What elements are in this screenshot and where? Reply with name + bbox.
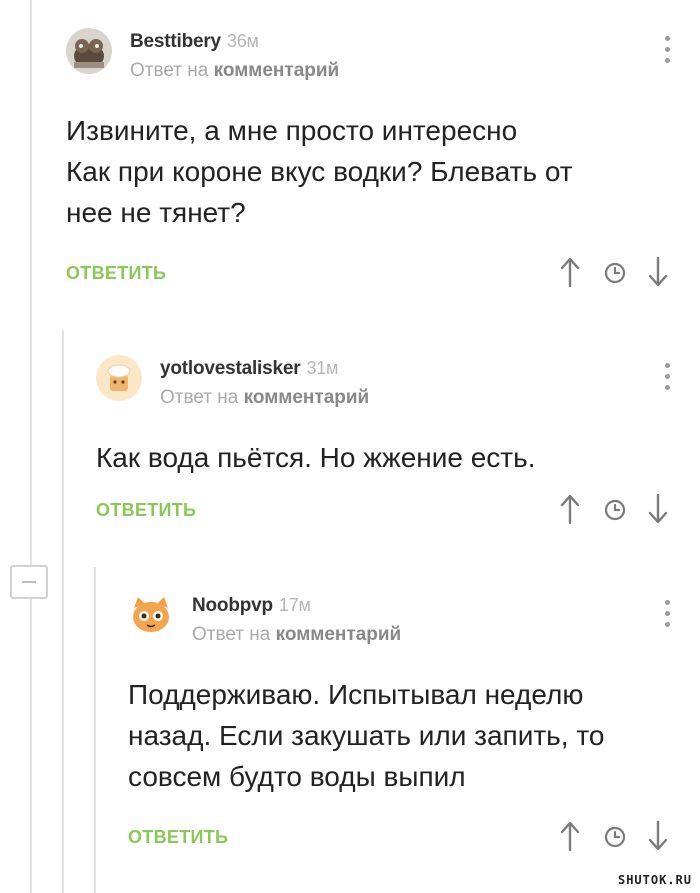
- comment-text: Извините, а мне просто интересно Как при…: [66, 115, 573, 228]
- reply-to-line: Ответ на комментарий: [160, 387, 369, 409]
- comment-time[interactable]: 31м: [306, 358, 338, 378]
- comment-noobpvp: Noobpvp 17м Ответ на комментарий Поддержи…: [128, 592, 686, 862]
- minus-icon: [22, 581, 36, 583]
- reply-to-prefix: Ответ на: [160, 387, 239, 408]
- avatar[interactable]: [128, 592, 174, 638]
- more-vertical-icon[interactable]: [665, 600, 671, 630]
- clock-icon[interactable]: [604, 262, 626, 284]
- more-vertical-icon[interactable]: [665, 36, 671, 66]
- vote-controls: [560, 256, 680, 290]
- comment-time[interactable]: 36м: [227, 31, 259, 51]
- reply-to-link[interactable]: комментарий: [244, 387, 370, 408]
- comment-yotlovestalisker: yotlovestalisker 31м Ответ на комментарий…: [96, 355, 686, 535]
- vote-controls: [560, 493, 680, 527]
- reply-to-link[interactable]: комментарий: [276, 624, 402, 645]
- arrow-down-icon[interactable]: [648, 493, 668, 525]
- comment-author[interactable]: Noobpvp 17м: [192, 595, 311, 617]
- more-vertical-icon[interactable]: [665, 363, 671, 393]
- collapse-thread-button[interactable]: [10, 565, 48, 599]
- watermark: SHUTOK.RU: [617, 873, 692, 887]
- comment-text: Поддерживаю. Испытывал неделю назад. Есл…: [128, 679, 605, 792]
- arrow-up-icon[interactable]: [560, 493, 580, 525]
- reply-button[interactable]: ОТВЕТИТЬ: [96, 500, 196, 521]
- author-name[interactable]: yotlovestalisker: [160, 358, 301, 379]
- arrow-down-icon[interactable]: [648, 820, 668, 852]
- thread-line-root: [30, 0, 32, 893]
- comment-author[interactable]: Besttibery 36м: [130, 31, 259, 53]
- author-name[interactable]: Besttibery: [130, 31, 221, 52]
- reply-to-link[interactable]: комментарий: [214, 60, 340, 81]
- comment-text: Как вода пьётся. Но жжение есть.: [96, 442, 536, 473]
- comment-besttibery: Besttibery 36м Ответ на комментарий Извин…: [66, 28, 686, 298]
- avatar[interactable]: [66, 28, 112, 74]
- clock-icon[interactable]: [604, 499, 626, 521]
- reply-button[interactable]: ОТВЕТИТЬ: [66, 263, 166, 284]
- reply-to-line: Ответ на комментарий: [130, 60, 339, 82]
- comment-author[interactable]: yotlovestalisker 31м: [160, 358, 338, 380]
- reply-to-prefix: Ответ на: [130, 60, 209, 81]
- thread-line-level-2: [94, 567, 96, 893]
- avatar[interactable]: [96, 355, 142, 401]
- arrow-down-icon[interactable]: [648, 256, 668, 288]
- author-name[interactable]: Noobpvp: [192, 595, 273, 616]
- reply-button[interactable]: ОТВЕТИТЬ: [128, 827, 228, 848]
- comment-time[interactable]: 17м: [279, 595, 311, 615]
- clock-icon[interactable]: [604, 826, 626, 848]
- vote-controls: [560, 820, 680, 854]
- arrow-up-icon[interactable]: [560, 256, 580, 288]
- reply-to-line: Ответ на комментарий: [192, 624, 401, 646]
- arrow-up-icon[interactable]: [560, 820, 580, 852]
- thread-line-level-1: [62, 330, 64, 893]
- reply-to-prefix: Ответ на: [192, 624, 271, 645]
